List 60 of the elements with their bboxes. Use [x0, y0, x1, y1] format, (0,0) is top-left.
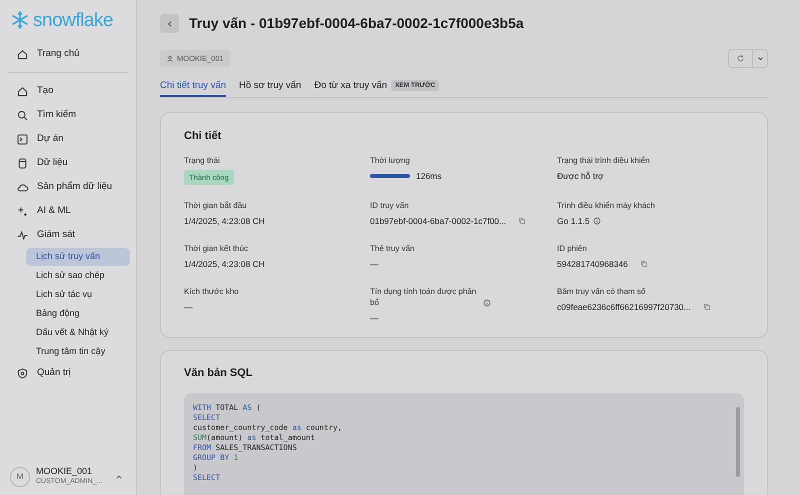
field-value: Được hỗ trợ [557, 170, 604, 182]
sidebar-item[interactable]: Quản trị [6, 362, 130, 384]
user-name: MOOKIE_001 [36, 466, 94, 477]
card-title: Chi tiết [184, 129, 222, 144]
field-value: 594281740968346 [557, 258, 628, 271]
snowflake-icon [10, 10, 30, 30]
field-label: Thời lượng [370, 154, 410, 166]
tab[interactable]: Chi tiết truy vấn [160, 77, 226, 97]
sidebar-item[interactable]: AI & ML [6, 200, 130, 222]
sidebar-item[interactable]: Trang chủ [6, 42, 130, 66]
logo-wordmark: snowflake [33, 10, 113, 30]
sidebar-item[interactable]: Dự án [6, 128, 130, 150]
scrollbar-thumb [736, 407, 740, 478]
field-label: Thời gian kết thúc [184, 242, 248, 254]
field-value: 126ms [416, 170, 442, 182]
sidebar-subitem[interactable]: Trung tâm tin cậy [26, 342, 130, 360]
person-icon [166, 54, 174, 62]
field-label: Tín dụng tính toán được phân bổ [370, 286, 478, 308]
database-icon [16, 156, 29, 170]
search-icon [16, 108, 29, 122]
field-value: — [370, 312, 378, 325]
sidebar-item[interactable]: Dữ liệu [6, 152, 130, 174]
sidebar-item[interactable]: Sản phẩm dữ liệu [6, 176, 130, 198]
field-label: Băm truy vấn có tham số [557, 286, 646, 297]
field-value: 1/4/2025, 4:23:08 CH [184, 214, 265, 228]
field-label: ID phiên [557, 242, 587, 254]
field-value: 1/4/2025, 4:23:08 CH [184, 258, 265, 271]
field-value: 01b97ebf-0004-6ba7-0002-1c7f00... [370, 214, 506, 228]
field-label: Kích thước kho [184, 286, 239, 297]
avatar: M [10, 466, 30, 486]
field-label: Thẻ truy vấn [370, 242, 414, 254]
refresh-icon [736, 54, 745, 63]
sidebar-subitem[interactable]: Lịch sử tác vụ [26, 286, 130, 304]
house-icon [16, 84, 29, 98]
sidebar-subitem[interactable]: Dấu vết & Nhật ký [26, 324, 130, 342]
sidebar-subitem[interactable]: Lịch sử sao chép [26, 266, 130, 284]
pulse-icon [16, 228, 29, 242]
shield-icon [16, 366, 29, 380]
house-icon [16, 48, 29, 60]
card-title: Văn bản SQL [184, 366, 254, 381]
field-value: — [184, 300, 192, 314]
field-label: Trạng thái [184, 154, 220, 166]
field-label: Thời gian bắt đầu [184, 200, 247, 211]
page-title: Truy vấn - 01b97ebf-0004-6ba7-0002-1c7f000e3b5a [189, 14, 524, 33]
sidebar-item[interactable]: Tạo [6, 80, 130, 102]
field-label: Trạng thái trình điều khiển [557, 154, 650, 166]
field-value: — [370, 258, 378, 271]
sidebar-item[interactable]: Tìm kiếm [6, 104, 130, 126]
sidebar-subitem[interactable]: Lịch sử truy vấn [26, 248, 130, 266]
tab[interactable]: Hồ sơ truy vấn [239, 77, 302, 97]
tab[interactable]: Đo từ xa truy vấn [314, 77, 388, 97]
field-value: Go 1.1.5 [557, 214, 590, 228]
back-button[interactable] [160, 14, 179, 33]
field-value: c09feae6236c6ff66216997f20730... [557, 300, 691, 314]
sidebar-subitem[interactable]: Bảng động [26, 304, 130, 322]
field-label: ID truy vấn [370, 200, 409, 211]
sparkle-icon [16, 204, 29, 218]
field-label: Trình điều khiển máy khách [557, 200, 655, 211]
terminal-icon [16, 132, 29, 146]
sidebar-item[interactable]: Giám sát [6, 224, 130, 246]
